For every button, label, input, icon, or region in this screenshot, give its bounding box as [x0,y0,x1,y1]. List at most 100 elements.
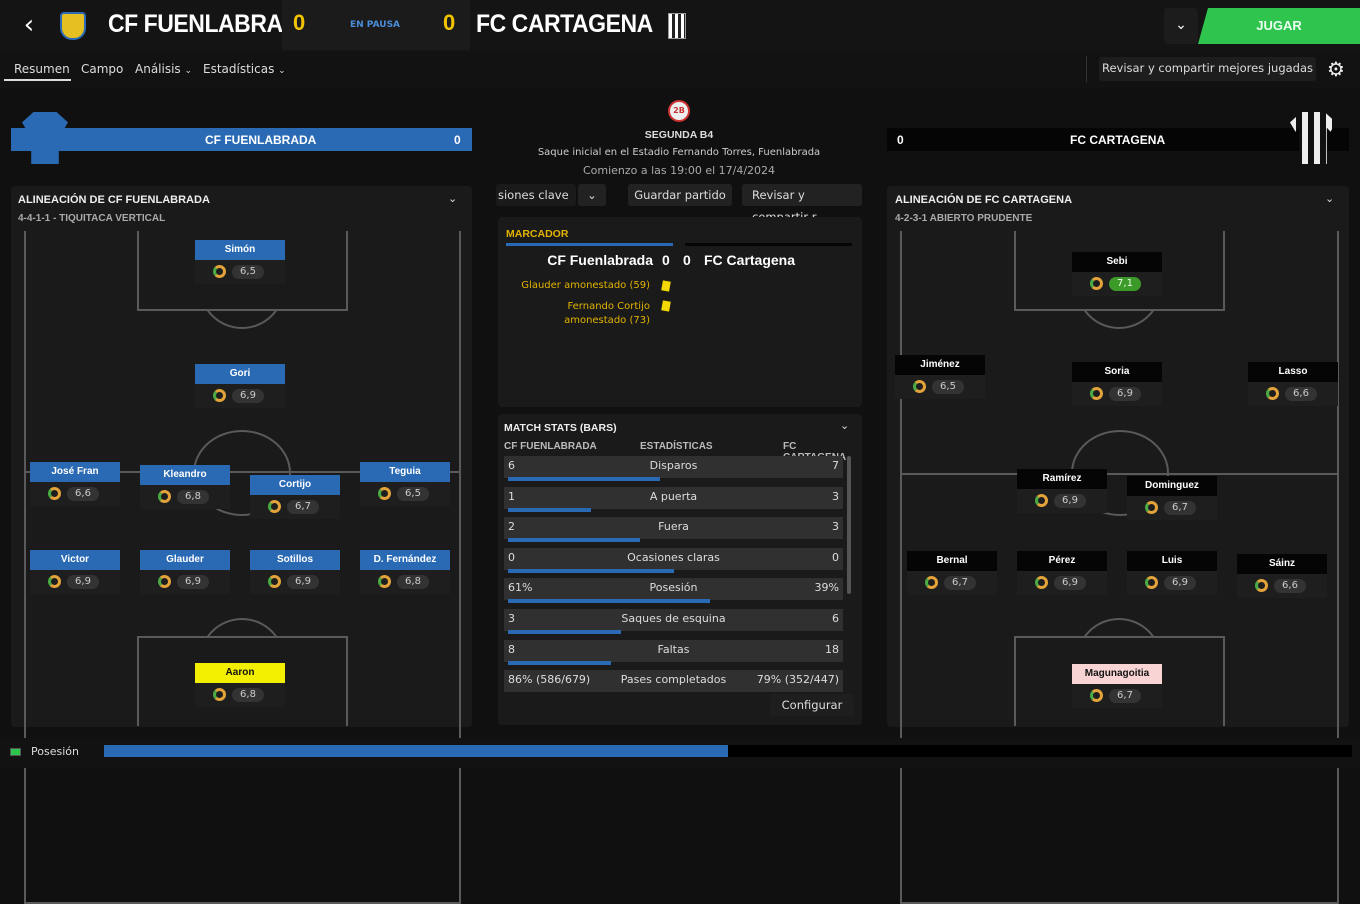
stat-row: Fuera 2 3 [504,517,843,543]
stat-home-bar [508,538,640,543]
rating-icon [268,575,281,588]
player-card[interactable]: Lasso 6,6 [1248,362,1338,406]
player-card[interactable]: Aaron 6,8 [195,663,285,707]
player-card[interactable]: Magunagoitia 6,7 [1072,664,1162,708]
stat-home-value: 3 [508,612,515,625]
player-card[interactable]: Sebi 7,1 [1072,252,1162,296]
player-card[interactable]: Glauder 6,9 [140,550,230,594]
player-rating: 6,6 [1285,387,1317,401]
away-team-name: FC CARTAGENA [476,10,653,38]
player-name: Simón [195,240,285,260]
rating-icon [1035,576,1048,589]
away-bar-name: FC CARTAGENA [1070,133,1166,147]
player-card[interactable]: Ramírez 6,9 [1017,469,1107,513]
player-name: Magunagoitia [1072,664,1162,684]
scoreboard-home-score: 0 [662,252,670,268]
stat-away-value: 39% [814,581,839,595]
tab-analisis[interactable]: Análisis ⌄ [135,62,192,76]
possession-fill [104,745,728,757]
chevron-down-icon[interactable]: ⌄ [840,419,849,432]
away-team-bar: 0 FC CARTAGENA [887,128,1349,151]
player-card[interactable]: Soria 6,9 [1072,362,1162,406]
player-card[interactable]: Cortijo 6,7 [250,475,340,519]
rating-icon [1266,387,1279,400]
player-name: Aaron [195,663,285,683]
player-rating: 6,7 [287,500,319,514]
away-formation: 4-2-3-1 ABIERTO PRUDENTE [895,213,1033,224]
player-card[interactable]: Dominguez 6,7 [1127,476,1217,520]
stats-col-mid: ESTADÍSTICAS [640,441,713,452]
possession-track [104,745,1352,757]
home-team-bar: CF FUENLABRADA 0 [11,128,472,151]
back-arrow-icon[interactable]: ‹ [14,10,44,42]
stat-home-bar [508,507,591,512]
player-rating: 6,9 [177,575,209,589]
player-card[interactable]: Gori 6,9 [195,364,285,408]
player-card[interactable]: José Fran 6,6 [30,462,120,506]
chevron-down-icon[interactable]: ⌄ [1325,192,1334,205]
rating-icon [913,380,926,393]
player-card[interactable]: Pérez 6,9 [1017,551,1107,595]
chevron-down-icon[interactable]: ⌄ [578,184,606,206]
rating-icon [213,265,226,278]
home-formation: 4-4-1-1 - TIQUITACA VERTICAL [18,213,166,224]
player-card[interactable]: Jiménez 6,5 [895,355,985,399]
player-name: Gori [195,364,285,384]
rating-icon [1090,387,1103,400]
player-rating: 6,8 [397,575,429,589]
kickoff-info: Saque inicial en el Estadio Fernando Tor… [537,147,821,158]
stat-away-value: 3 [832,489,839,503]
configure-button[interactable]: Configurar [770,694,854,716]
chevron-down-icon[interactable]: ⌄ [448,192,457,205]
scoreboard-panel: MARCADOR CF Fuenlabrada 0 0 FC Cartagena… [498,217,862,407]
player-name: Kleandro [140,465,230,485]
home-crest-icon [60,12,86,40]
player-card[interactable]: Victor 6,9 [30,550,120,594]
away-lineup-title: ALINEACIÓN DE FC CARTAGENA [895,194,1073,206]
save-match-button[interactable]: Guardar partido [628,184,732,206]
tab-campo[interactable]: Campo [81,62,123,76]
away-crest-icon [668,13,686,39]
competition-name: SEGUNDA B4 [644,129,714,141]
event-booking: Glauder amonestado (59) [521,280,650,291]
stat-home-value: 2 [508,520,515,534]
review-share-button[interactable]: Revisar y compartir r [742,184,862,224]
scoreboard-title: MARCADOR [506,228,569,240]
stat-label: Posesión [649,581,698,595]
key-moments-button[interactable]: siones clave [496,184,576,206]
active-tab-indicator [4,79,71,81]
player-card[interactable]: Sotillos 6,9 [250,550,340,594]
chevron-down-icon[interactable]: ⌄ [1164,8,1198,44]
tab-resumen[interactable]: Resumen [14,62,70,76]
player-card[interactable]: Kleandro 6,8 [140,465,230,509]
stats-scrollbar[interactable] [847,456,851,594]
player-card[interactable]: Sáinz 6,6 [1237,554,1327,598]
player-rating: 6,8 [177,490,209,504]
rating-icon [48,575,61,588]
tab-estadisticas[interactable]: Estadísticas ⌄ [203,62,286,76]
stat-away-value: 18 [825,642,839,656]
player-card[interactable]: D. Fernández 6,8 [360,550,450,594]
player-card[interactable]: Bernal 6,7 [907,551,997,595]
possession-footer: Posesión [0,738,1360,768]
stat-row: Posesión 61% 39% [504,578,843,604]
rating-icon [158,575,171,588]
gear-icon[interactable]: ⚙ [1324,57,1348,81]
stat-label: Ocasiones claras [627,550,720,564]
stat-row: Saques de esquina 3 6 [504,609,843,634]
stat-away-value: 6 [832,612,839,625]
player-card[interactable]: Simón 6,5 [195,240,285,284]
stat-label: A puerta [649,489,698,503]
play-button[interactable]: JUGAR [1198,8,1360,44]
player-card[interactable]: Teguia 6,5 [360,462,450,506]
player-name: Glauder [140,550,230,570]
rating-icon [1255,579,1268,592]
rating-icon [1090,689,1103,702]
player-card[interactable]: Luis 6,9 [1127,551,1217,595]
player-name: Cortijo [250,475,340,495]
home-bar-name: CF FUENLABRADA [205,133,317,147]
player-name: Lasso [1248,362,1338,382]
share-best-plays-button[interactable]: Revisar y compartir mejores jugadas [1099,57,1316,81]
player-rating: 6,5 [397,487,429,501]
stat-home-value: 1 [508,489,515,503]
